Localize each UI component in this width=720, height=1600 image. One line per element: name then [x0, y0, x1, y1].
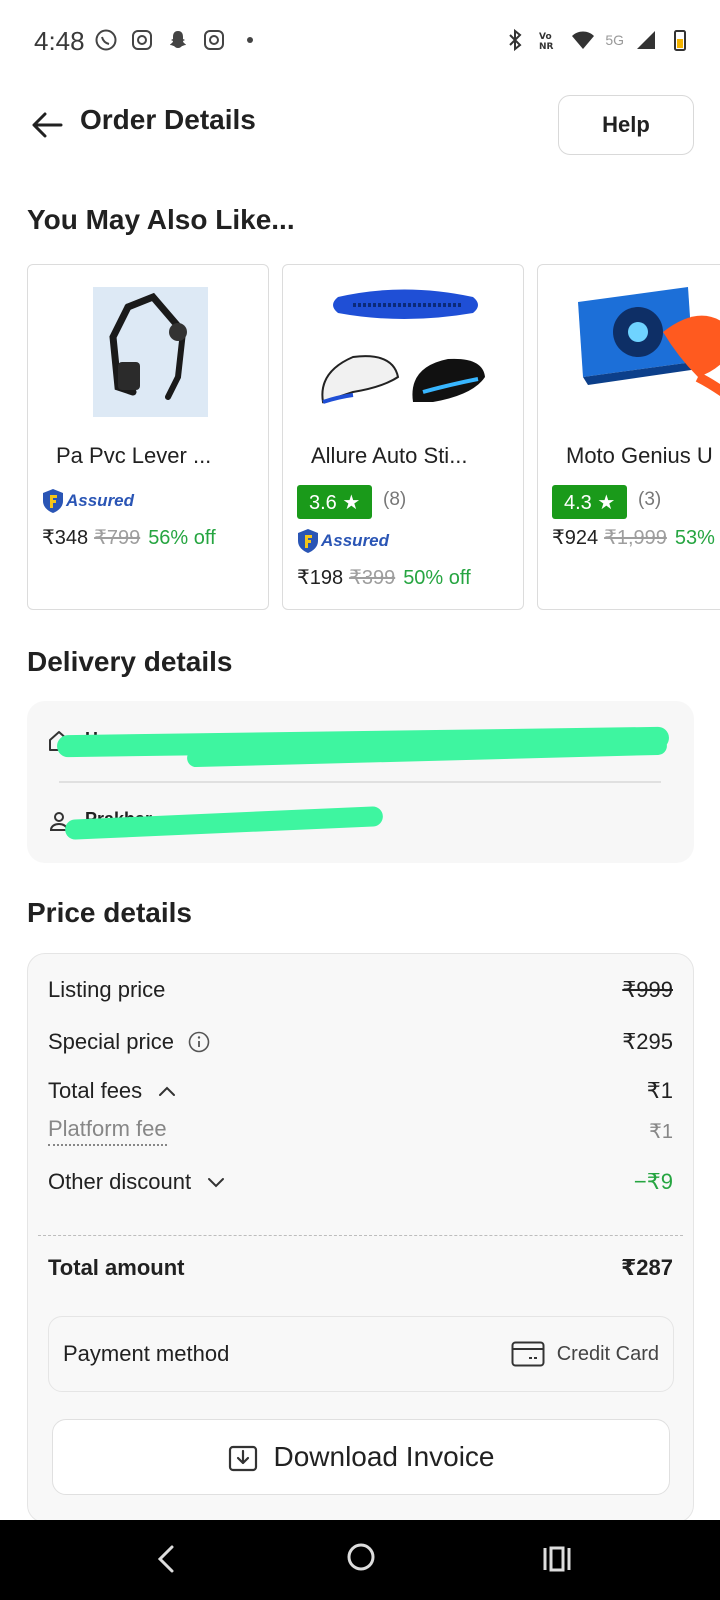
product-card[interactable]: Pa Pvc Lever ... Assured ₹348 ₹799 56% off — [27, 264, 269, 610]
total-fees-label: Total fees — [48, 1078, 143, 1103]
app-header: Order Details Help — [0, 80, 720, 170]
mrp: ₹1,999 — [604, 527, 667, 549]
info-icon[interactable] — [188, 1031, 210, 1053]
platform-fee-label[interactable]: Platform fee — [48, 1116, 167, 1146]
listing-price-row: Listing price ₹999 — [48, 973, 673, 1007]
product-card[interactable]: Moto Genius U 4.3 ★ (3) ₹924 ₹1,999 53% — [537, 264, 720, 610]
download-invoice-button[interactable]: Download Invoice — [52, 1419, 670, 1495]
download-icon — [229, 1445, 258, 1472]
other-discount-label: Other discount — [48, 1169, 192, 1194]
back-arrow-icon[interactable] — [30, 108, 64, 142]
payment-method-value: Credit Card — [556, 1342, 659, 1365]
assured-shield-icon — [43, 489, 63, 513]
total-fees-value: ₹1 — [646, 1078, 673, 1103]
instagram-icon — [132, 30, 152, 50]
rating-badge: 3.6 ★ — [297, 485, 373, 519]
wifi-icon — [572, 31, 595, 49]
listing-price-label: Listing price — [48, 977, 166, 1002]
instagram-icon — [204, 30, 224, 50]
discount: 56% off — [148, 527, 216, 549]
discount: 50% off — [403, 567, 471, 589]
product-name: Allure Auto Sti... — [311, 443, 468, 468]
mrp: ₹399 — [349, 567, 396, 589]
download-invoice-label: Download Invoice — [273, 1441, 495, 1472]
product-card[interactable]: Allure Auto Sti... 3.6 ★ (8) Assured ₹19… — [282, 264, 524, 610]
nav-back-icon[interactable] — [150, 1542, 184, 1576]
help-button[interactable]: Help — [558, 95, 694, 155]
volte-nr-icon: VoNR — [539, 32, 554, 52]
status-bar: 4:48 Vo NR 5G — [0, 0, 720, 80]
other-discount-value: −₹9 — [633, 1169, 673, 1194]
total-amount-row: Total amount ₹287 — [48, 1251, 673, 1285]
price: ₹348 — [42, 527, 89, 549]
snapchat-icon — [170, 31, 186, 48]
dashed-divider — [38, 1235, 683, 1236]
recommendations-carousel[interactable]: Pa Pvc Lever ... Assured ₹348 ₹799 56% off… — [27, 264, 720, 610]
product-name: Pa Pvc Lever ... — [56, 443, 212, 468]
payment-method-row: Payment method Credit Card — [48, 1316, 674, 1392]
status-time: 4:48 — [34, 26, 85, 56]
whatsapp-icon — [95, 29, 117, 51]
signal-icon — [637, 31, 655, 49]
page-title: Order Details — [80, 104, 256, 135]
total-amount-value: ₹287 — [620, 1255, 673, 1280]
special-price-row: Special price ₹295 — [48, 1025, 673, 1059]
price-line: ₹924 ₹1,999 53% — [552, 525, 715, 550]
special-price-value: ₹295 — [622, 1029, 673, 1054]
divider — [59, 781, 661, 783]
dot-icon — [247, 37, 253, 43]
chevron-down-icon[interactable] — [205, 1171, 227, 1193]
price-details-card: Listing price ₹999 Special price ₹295 To… — [27, 953, 694, 1523]
other-discount-row[interactable]: Other discount −₹9 — [48, 1165, 673, 1199]
platform-fee-value: ₹1 — [649, 1120, 673, 1143]
nav-recents-icon[interactable] — [540, 1542, 574, 1576]
discount: 53% — [674, 527, 715, 549]
assured-shield-icon — [298, 529, 318, 553]
delivery-details-card: Home Prakhar — [27, 701, 694, 863]
rating-count: (8) — [383, 489, 407, 510]
price-line: ₹198 ₹399 50% off — [297, 565, 471, 590]
product-image-mirror-sticker — [321, 289, 485, 404]
battery-icon — [674, 30, 686, 51]
payment-method-label: Payment method — [63, 1341, 230, 1366]
bluetooth-icon — [509, 28, 522, 52]
price-line: ₹348 ₹799 56% off — [42, 525, 216, 550]
price: ₹198 — [297, 567, 344, 589]
rating-badge: 4.3 ★ — [552, 485, 628, 519]
listing-price-value: ₹999 — [622, 977, 673, 1002]
delivery-title: Delivery details — [27, 646, 233, 677]
mrp: ₹799 — [94, 527, 141, 549]
rating-count: (3) — [638, 489, 662, 510]
price: ₹924 — [552, 527, 599, 549]
network-type: 5G — [605, 32, 624, 48]
svg-text:NR: NR — [539, 42, 554, 52]
special-price-label: Special price — [48, 1029, 174, 1054]
total-amount-label: Total amount — [48, 1255, 185, 1280]
notification-icons — [94, 28, 262, 52]
recommendations-title: You May Also Like... — [27, 204, 295, 235]
system-navigation-bar — [0, 1520, 720, 1600]
total-fees-row[interactable]: Total fees ₹1 — [48, 1074, 673, 1108]
svg-text:Vo: Vo — [539, 32, 552, 42]
nav-home-icon[interactable] — [344, 1540, 378, 1574]
assured-badge: Assured — [297, 527, 389, 555]
price-details-title: Price details — [27, 897, 192, 928]
assured-badge: Assured — [42, 487, 134, 515]
chevron-up-icon[interactable] — [156, 1080, 178, 1102]
product-image-moto-genius — [578, 287, 720, 397]
system-icons: Vo NR 5G — [503, 28, 692, 52]
product-image-lever-guard — [93, 287, 208, 417]
product-name: Moto Genius U — [566, 443, 713, 468]
platform-fee-row: Platform fee ₹1 — [48, 1114, 673, 1148]
credit-card-icon — [511, 1341, 545, 1367]
